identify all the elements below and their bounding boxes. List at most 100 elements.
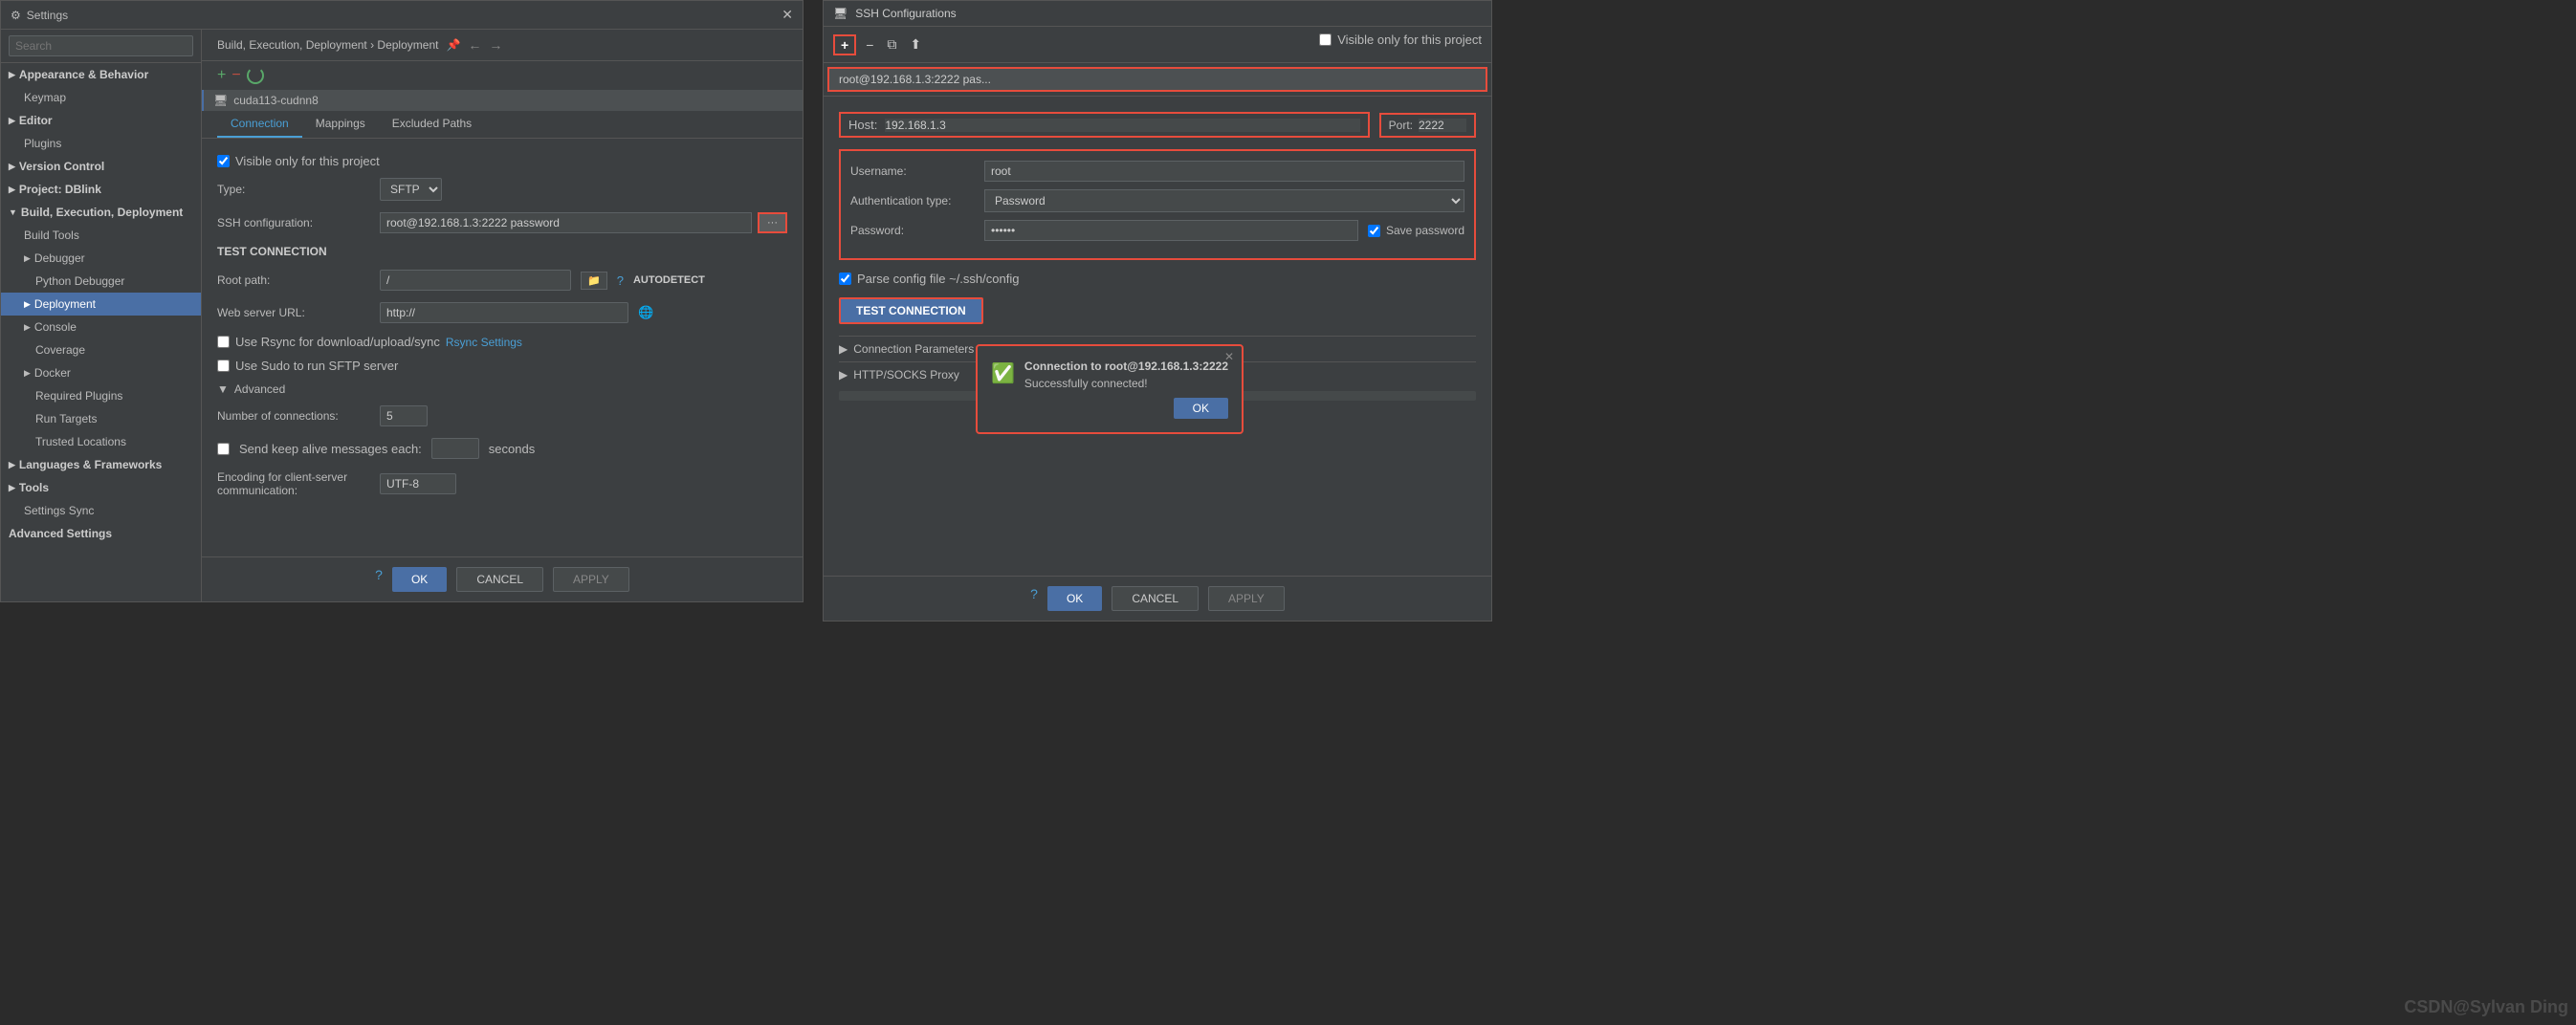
- popup-close-button[interactable]: ✕: [1224, 350, 1234, 363]
- pin-icon: 📌: [446, 38, 460, 52]
- num-connections-input[interactable]: [380, 405, 428, 426]
- title-bar-left: ⚙ Settings: [11, 9, 68, 22]
- sidebar-item-tools[interactable]: ▶ Tools: [1, 476, 201, 499]
- root-path-browse-button[interactable]: 📁: [581, 272, 607, 290]
- sidebar-item-version-control[interactable]: ▶ Version Control: [1, 155, 201, 178]
- tab-excluded-paths[interactable]: Excluded Paths: [379, 111, 485, 138]
- web-server-input[interactable]: [380, 302, 628, 323]
- ssh-browse-button[interactable]: ···: [758, 212, 787, 233]
- advanced-toggle[interactable]: ▼ Advanced: [217, 382, 787, 396]
- ssh-config-input[interactable]: [380, 212, 752, 233]
- success-message: Successfully connected!: [1024, 377, 1228, 390]
- cancel-button[interactable]: CANCEL: [456, 567, 543, 592]
- apply-button[interactable]: APPLY: [553, 567, 629, 592]
- type-row: Type: SFTP: [217, 178, 787, 201]
- expand-icon: ▶: [9, 185, 15, 195]
- ok-button[interactable]: OK: [392, 567, 447, 592]
- username-input[interactable]: [984, 161, 1464, 182]
- password-input[interactable]: [984, 220, 1358, 241]
- sidebar-item-settings-sync[interactable]: Settings Sync: [1, 499, 201, 522]
- sidebar-item-console[interactable]: ▶ Console: [1, 316, 201, 338]
- sidebar-item-label: Version Control: [19, 160, 104, 173]
- sidebar-item-docker[interactable]: ▶ Docker: [1, 361, 201, 384]
- sidebar-item-label: Python Debugger: [35, 274, 124, 288]
- web-server-label: Web server URL:: [217, 306, 370, 319]
- title-bar-label: Settings: [27, 9, 68, 22]
- search-input[interactable]: [9, 35, 193, 56]
- save-password-checkbox[interactable]: [1368, 225, 1380, 237]
- ssh-server-list-item[interactable]: root@192.168.1.3:2222 pas...: [827, 67, 1487, 92]
- password-label: Password:: [850, 224, 975, 237]
- sidebar-item-required-plugins[interactable]: Required Plugins: [1, 384, 201, 407]
- tab-bar: Connection Mappings Excluded Paths: [202, 111, 803, 139]
- rsync-settings-link[interactable]: Rsync Settings: [446, 336, 522, 349]
- nav-forward-button[interactable]: →: [489, 37, 502, 53]
- add-ssh-button[interactable]: +: [833, 34, 856, 55]
- autodetect-button[interactable]: AUTODETECT: [633, 274, 705, 286]
- sidebar-item-label: Coverage: [35, 343, 85, 357]
- username-row: Username:: [850, 161, 1464, 182]
- help-icon[interactable]: ?: [375, 567, 383, 592]
- sidebar-item-appearance[interactable]: ▶ Appearance & Behavior: [1, 63, 201, 86]
- tab-connection[interactable]: Connection: [217, 111, 302, 138]
- ssh-visible-only-label: Visible only for this project: [1337, 33, 1482, 47]
- breadcrumb: Build, Execution, Deployment › Deploymen…: [202, 30, 803, 61]
- type-select[interactable]: SFTP: [380, 178, 442, 201]
- sidebar-item-plugins[interactable]: Plugins: [1, 132, 201, 155]
- sidebar-item-run-targets[interactable]: Run Targets: [1, 407, 201, 430]
- sidebar-item-build[interactable]: ▼ Build, Execution, Deployment: [1, 201, 201, 224]
- rsync-checkbox[interactable]: [217, 336, 230, 348]
- port-input[interactable]: [1419, 119, 1466, 132]
- ssh-configurations-window: 🖥 SSH Configurations + − ⧉ ⬆ Visible onl…: [823, 0, 1492, 622]
- sidebar-item-trusted-locations[interactable]: Trusted Locations: [1, 430, 201, 453]
- sidebar-item-debugger[interactable]: ▶ Debugger: [1, 247, 201, 270]
- tab-mappings[interactable]: Mappings: [302, 111, 379, 138]
- encoding-input[interactable]: [380, 473, 456, 494]
- parse-config-checkbox[interactable]: [839, 273, 851, 285]
- visible-only-checkbox[interactable]: [217, 155, 230, 167]
- copy-ssh-button[interactable]: ⧉: [883, 34, 900, 55]
- password-row: Password: Save password: [850, 220, 1464, 241]
- keep-alive-checkbox[interactable]: [217, 443, 230, 455]
- ssh-apply-button[interactable]: APPLY: [1208, 586, 1285, 611]
- sidebar-item-label: Required Plugins: [35, 389, 122, 403]
- settings-app-icon: ⚙: [11, 9, 21, 22]
- rsync-row: Use Rsync for download/upload/sync Rsync…: [217, 335, 787, 349]
- expand-icon: ▼: [9, 207, 17, 217]
- sidebar-item-deployment[interactable]: ▶ Deployment: [1, 293, 201, 316]
- auth-type-row: Authentication type: Password: [850, 189, 1464, 212]
- keep-alive-input[interactable]: [431, 438, 479, 459]
- sidebar-item-keymap[interactable]: Keymap: [1, 86, 201, 109]
- sidebar-item-advanced[interactable]: Advanced Settings: [1, 522, 201, 545]
- success-text: Connection to root@192.168.1.3:2222 Succ…: [1024, 360, 1228, 390]
- encoding-row: Encoding for client-server communication…: [217, 470, 787, 497]
- ssh-cancel-button[interactable]: CANCEL: [1112, 586, 1199, 611]
- ssh-help-icon[interactable]: ?: [1030, 586, 1038, 611]
- sidebar-item-python-debugger[interactable]: Python Debugger: [1, 270, 201, 293]
- settings-body: ▶ Appearance & Behavior Keymap ▶ Editor …: [1, 30, 803, 601]
- add-server-button[interactable]: +: [217, 67, 226, 84]
- sidebar-item-editor[interactable]: ▶ Editor: [1, 109, 201, 132]
- form-content: Visible only for this project Type: SFTP…: [202, 139, 803, 556]
- sidebar-item-languages[interactable]: ▶ Languages & Frameworks: [1, 453, 201, 476]
- close-button[interactable]: ✕: [782, 7, 793, 23]
- sudo-checkbox[interactable]: [217, 360, 230, 372]
- host-input[interactable]: [885, 119, 1359, 132]
- ssh-visible-only-checkbox[interactable]: [1319, 33, 1332, 46]
- remove-server-button[interactable]: −: [231, 67, 240, 84]
- root-path-input[interactable]: [380, 270, 571, 291]
- auth-type-select[interactable]: Password: [984, 189, 1464, 212]
- web-icon: 🌐: [638, 305, 653, 320]
- export-ssh-button[interactable]: ⬆: [906, 34, 925, 55]
- sidebar-item-label: Debugger: [34, 251, 85, 265]
- encoding-label: Encoding for client-server communication…: [217, 470, 370, 497]
- sidebar-item-coverage[interactable]: Coverage: [1, 338, 201, 361]
- test-connection-button[interactable]: TEST CONNECTION: [839, 297, 983, 324]
- sidebar-item-build-tools[interactable]: Build Tools: [1, 224, 201, 247]
- nav-back-button[interactable]: ←: [468, 37, 481, 53]
- server-list-item[interactable]: 🖥 cuda113-cudnn8: [202, 90, 803, 111]
- sidebar-item-project[interactable]: ▶ Project: DBlink: [1, 178, 201, 201]
- success-ok-button[interactable]: OK: [1174, 398, 1228, 419]
- ssh-ok-button[interactable]: OK: [1047, 586, 1102, 611]
- remove-ssh-button[interactable]: −: [862, 35, 877, 55]
